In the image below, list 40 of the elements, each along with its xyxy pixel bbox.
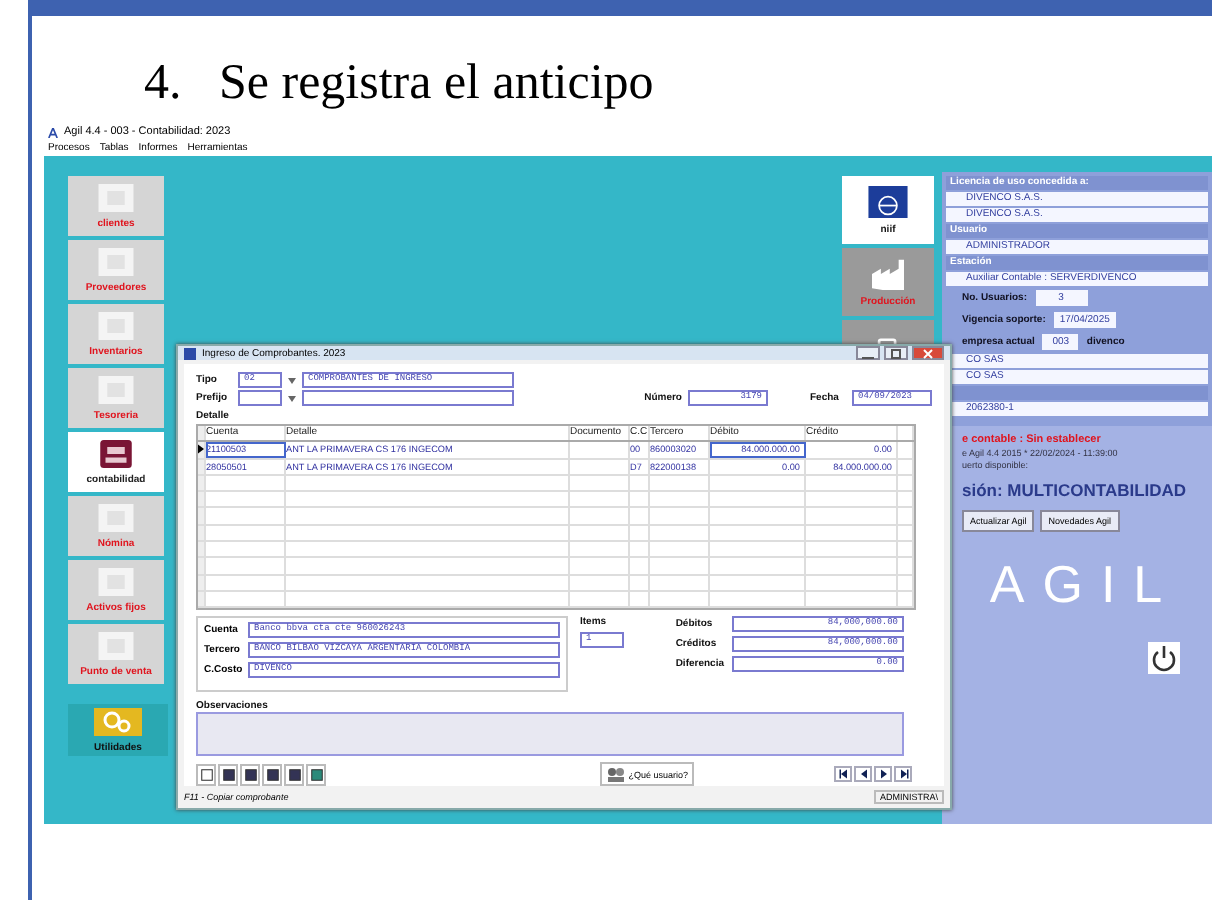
gears-icon: [94, 707, 142, 735]
module-icon: [98, 375, 134, 403]
module-icon: [98, 567, 134, 595]
prefix-name-field[interactable]: [302, 390, 514, 406]
maximize-icon: [888, 347, 904, 359]
app-logo-icon: [184, 347, 196, 359]
close-icon: [920, 347, 936, 359]
cash-register-icon: [98, 439, 134, 467]
close-button[interactable]: [912, 346, 944, 360]
dropdown-arrow-icon[interactable]: [288, 395, 296, 401]
dropdown-arrow-icon[interactable]: [288, 377, 296, 383]
module-icon: [98, 631, 134, 659]
notes-field[interactable]: [196, 712, 904, 757]
app-logo-icon: [48, 127, 58, 137]
minimize-button[interactable]: [856, 346, 880, 360]
next-record-button[interactable]: [874, 766, 892, 783]
previous-record-button[interactable]: [854, 766, 872, 783]
previous-record-icon: [857, 768, 869, 781]
globe-logo-icon: [868, 185, 908, 217]
prefix-field[interactable]: [238, 390, 282, 406]
first-record-icon: [837, 768, 849, 781]
maximize-button[interactable]: [884, 346, 908, 360]
module-icon: [98, 183, 134, 211]
current-row-icon: [198, 444, 204, 455]
users-icon: [606, 766, 627, 783]
slide-title: 4. Se registra el anticipo: [142, 56, 656, 112]
power-icon[interactable]: [1148, 642, 1180, 674]
first-record-button[interactable]: [834, 766, 852, 783]
new-document-icon: [199, 767, 213, 782]
row-indicator[interactable]: [198, 442, 206, 458]
new-document-button[interactable]: [196, 763, 216, 786]
module-icon: [98, 247, 134, 275]
last-record-button[interactable]: [894, 766, 912, 783]
next-record-icon: [877, 768, 889, 781]
last-record-icon: [897, 768, 909, 781]
edition-label: sión: MULTICONTABILIDAD: [962, 480, 1189, 500]
module-icon: [98, 503, 134, 531]
module-icon: [98, 311, 134, 339]
factory-icon: [868, 257, 908, 289]
agil-logo: AGIL: [987, 554, 1183, 616]
